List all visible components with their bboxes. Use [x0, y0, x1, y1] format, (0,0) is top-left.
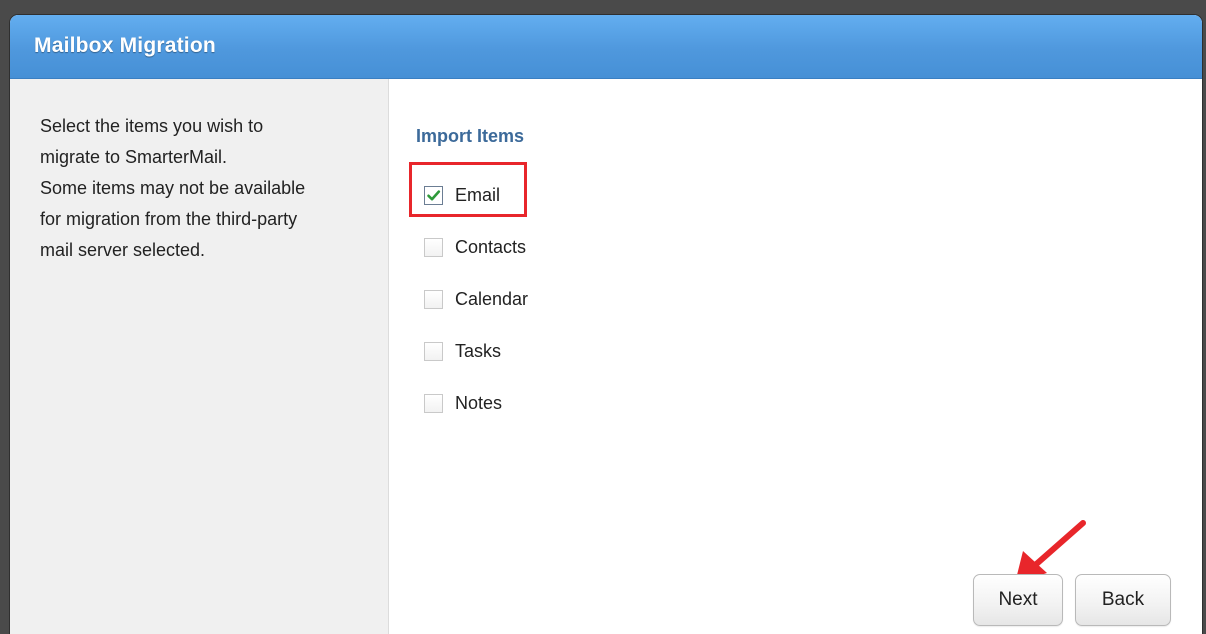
- contacts-checkbox[interactable]: [424, 237, 443, 257]
- option-contacts[interactable]: Contacts: [424, 221, 528, 273]
- screen-frame: Mailbox Migration Select the items you w…: [0, 0, 1206, 634]
- tasks-checkbox[interactable]: [424, 341, 443, 361]
- notes-label: Notes: [455, 392, 503, 413]
- calendar-label: Calendar: [455, 288, 529, 309]
- next-button[interactable]: Next: [973, 574, 1063, 626]
- instructions-text: Select the items you wish to migrate to …: [40, 111, 370, 266]
- instructions-line: for migration from the third-party: [40, 209, 298, 229]
- instructions-line: mail server selected.: [40, 240, 206, 260]
- option-tasks[interactable]: Tasks: [424, 325, 528, 377]
- calendar-checkbox[interactable]: [424, 289, 443, 309]
- instructions-line: Select the items you wish to: [40, 116, 264, 136]
- import-items-heading: Import Items: [416, 126, 525, 146]
- instructions-line: migrate to SmarterMail.: [40, 147, 228, 167]
- instructions-panel: Select the items you wish to migrate to …: [10, 79, 389, 634]
- import-items-list: Email Contacts Calendar Tasks Notes: [409, 162, 528, 429]
- tasks-label: Tasks: [455, 340, 502, 361]
- email-label: Email: [455, 184, 501, 205]
- instructions-line: Some items may not be available: [40, 178, 306, 198]
- contacts-label: Contacts: [455, 236, 527, 257]
- import-items-panel: Import Items Email Contacts Calendar Tas…: [389, 79, 1202, 634]
- dialog-titlebar: Mailbox Migration: [10, 15, 1202, 79]
- mailbox-migration-dialog: Mailbox Migration Select the items you w…: [10, 15, 1202, 634]
- option-calendar[interactable]: Calendar: [424, 273, 528, 325]
- back-button[interactable]: Back: [1075, 574, 1171, 626]
- checkmark-icon: [427, 189, 441, 200]
- option-notes[interactable]: Notes: [424, 377, 528, 429]
- option-email[interactable]: Email: [409, 162, 528, 221]
- dialog-title: Mailbox Migration: [34, 34, 216, 57]
- email-checkbox[interactable]: [424, 185, 443, 205]
- notes-checkbox[interactable]: [424, 393, 443, 413]
